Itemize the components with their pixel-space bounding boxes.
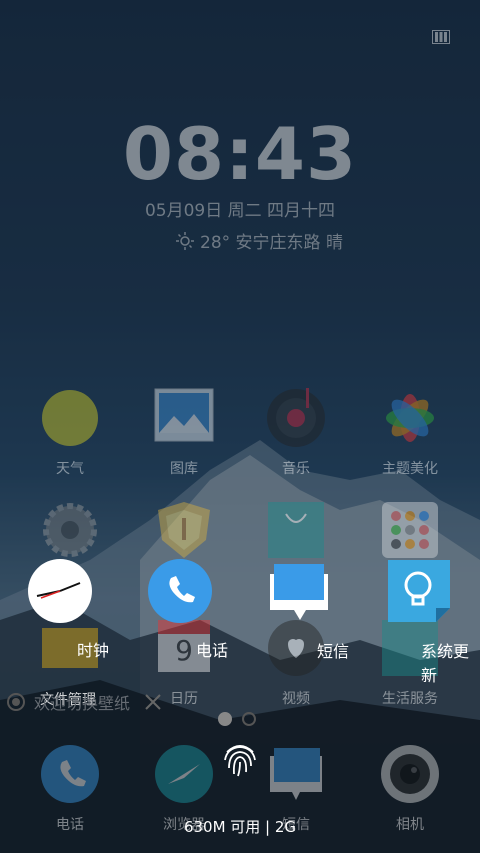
quick-label: 系统更新 <box>421 642 470 685</box>
page-dot <box>218 712 232 726</box>
lockscreen-date: 05月09日 周二 四月十四 <box>144 201 336 221</box>
app-security[interactable] <box>124 500 244 560</box>
browser-icon <box>154 744 214 804</box>
page-dot <box>242 712 256 726</box>
settings-icon <box>40 500 100 560</box>
camera-icon <box>380 744 440 804</box>
music-icon <box>266 388 326 448</box>
app-label: 图库 <box>170 461 198 477</box>
app-weather[interactable]: 天气 <box>10 388 130 478</box>
close-icon[interactable] <box>144 693 162 711</box>
phone-icon <box>40 744 100 804</box>
page-indicator <box>218 712 256 726</box>
phone-icon <box>148 559 212 623</box>
app-gallery[interactable]: 图库 <box>124 388 244 478</box>
clock-icon <box>28 559 92 623</box>
quick-label: 电话 <box>196 641 229 660</box>
tools-icon <box>380 500 440 560</box>
app-label: 主题美化 <box>382 461 438 477</box>
weather-text: 28° 安宁庄东路 晴 <box>200 233 343 253</box>
message-icon <box>270 564 328 620</box>
app-label: 音乐 <box>282 461 310 477</box>
theme-icon <box>380 388 440 448</box>
app-settings[interactable] <box>10 500 130 560</box>
lockscreen-weather: 28° 安宁庄东路 晴 <box>176 228 343 253</box>
app-store[interactable] <box>236 500 356 560</box>
app-label: 视频 <box>282 691 310 707</box>
battery-icon <box>432 30 450 44</box>
app-label: 生活服务 <box>382 691 438 707</box>
update-icon <box>388 560 450 622</box>
radio-icon <box>7 693 25 711</box>
app-tools[interactable] <box>350 500 470 560</box>
app-music[interactable]: 音乐 <box>236 388 356 478</box>
store-icon <box>266 500 326 560</box>
app-theme[interactable]: 主题美化 <box>350 388 470 478</box>
quick-label: 短信 <box>317 642 350 661</box>
lockscreen-time: 08:43 <box>122 112 358 196</box>
quick-phone[interactable]: 电话 <box>146 557 236 667</box>
sun-icon <box>176 231 194 250</box>
wallpaper-switch[interactable]: 欢迎切换壁纸 <box>6 690 162 714</box>
quick-clock[interactable]: 时钟 <box>26 557 116 667</box>
wallpaper-switch-label: 欢迎切换壁纸 <box>34 694 131 713</box>
memory-status: 630M 可用 | 2G <box>183 818 297 836</box>
quick-label: 时钟 <box>77 641 110 660</box>
quick-update[interactable]: 系统更新 <box>388 560 480 685</box>
weather-icon <box>40 388 100 448</box>
quick-message[interactable]: 短信 <box>266 560 366 670</box>
message-icon <box>266 744 326 804</box>
gallery-icon <box>154 388 214 448</box>
app-label: 天气 <box>56 461 84 477</box>
security-icon <box>154 500 214 560</box>
